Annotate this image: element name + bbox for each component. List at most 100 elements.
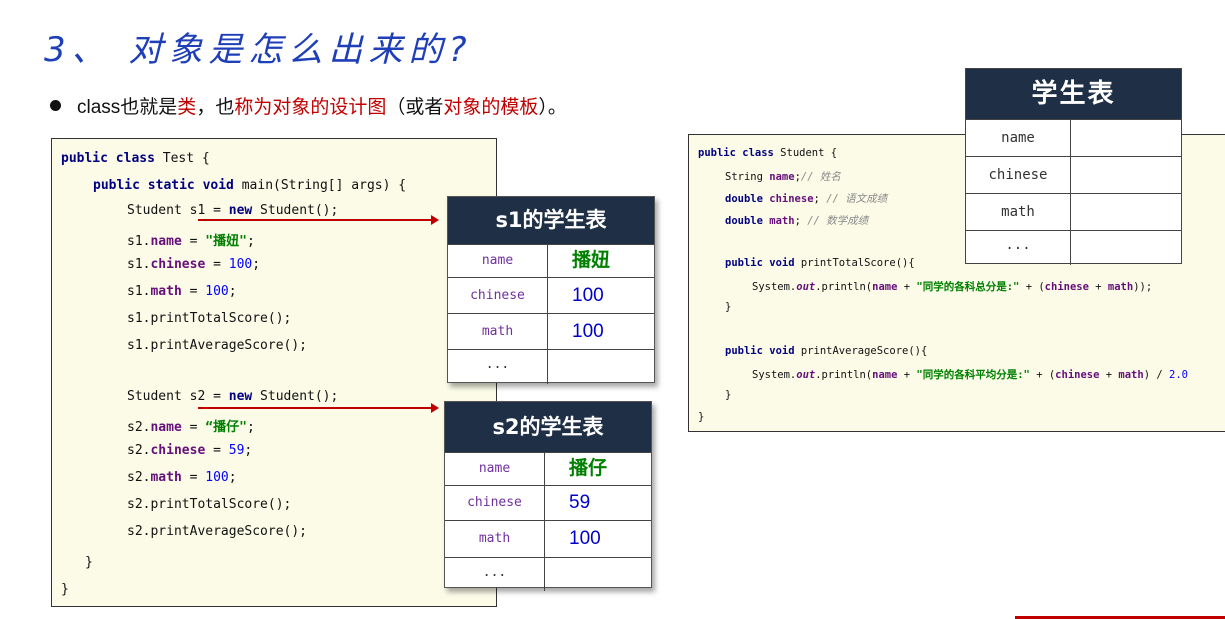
field: name — [150, 420, 182, 435]
code-text: = — [181, 470, 206, 485]
table-key: ... — [445, 558, 545, 591]
table-row: chinese — [966, 156, 1181, 193]
code-line: } — [725, 389, 732, 401]
code-text: ) / — [1143, 369, 1169, 381]
table-key: math — [445, 521, 545, 557]
table-key: chinese — [445, 486, 545, 520]
code-text: = — [181, 234, 206, 249]
table-value: 59 — [569, 492, 591, 513]
code-line: s2.chinese = 59; — [127, 443, 252, 458]
number-literal: 100 — [228, 257, 253, 272]
keyword: double — [725, 215, 763, 227]
static-field: out — [796, 281, 816, 293]
number-literal: 100 — [205, 284, 229, 299]
bullet-part: ）。 — [538, 97, 567, 118]
code-line: } — [725, 301, 732, 313]
code-text: printAverageScore(){ — [794, 345, 928, 357]
code-text: Test { — [154, 151, 210, 166]
code-text: s1. — [127, 257, 151, 272]
arrow-s2 — [198, 403, 439, 413]
code-text: = — [205, 257, 229, 272]
code-text: printTotalScore(){ — [794, 257, 915, 269]
field: chinese — [150, 443, 206, 458]
code-line: } — [61, 582, 69, 597]
bullet-text: class也就是类，也称为对象的设计图（或者对象的模板）。 — [50, 92, 567, 119]
string-literal: "播妞" — [205, 234, 247, 249]
comment: // 语文成绩 — [826, 193, 888, 205]
code-text: Student(); — [252, 389, 339, 404]
bullet-highlight: 称为对象的设计图 — [234, 97, 387, 118]
keyword: double — [725, 193, 763, 205]
code-line: s2.printAverageScore(); — [127, 524, 308, 539]
code-text: = — [181, 420, 206, 435]
code-line: s2.name = “播仔"; — [127, 416, 255, 435]
s1-table-header: s1的学生表 — [448, 197, 654, 244]
static-field: out — [796, 369, 816, 381]
number-literal: 100 — [205, 470, 229, 485]
table-row: math — [966, 193, 1181, 230]
comment: // 姓名 — [800, 171, 841, 183]
table-key: ... — [966, 231, 1071, 265]
code-text: Student(); — [252, 203, 339, 218]
code-line: s1.printAverageScore(); — [127, 338, 308, 353]
code-line: Student s2 = new Student(); — [127, 389, 338, 404]
code-line: double chinese; // 语文成绩 — [725, 191, 887, 206]
field: chinese — [1055, 369, 1100, 381]
bullet-part: ，也 — [196, 97, 235, 118]
table-value — [548, 350, 572, 384]
keyword: public static void — [93, 178, 234, 193]
field: math — [1107, 281, 1134, 293]
bullet-dot-icon — [50, 100, 61, 112]
table-key: name — [966, 120, 1071, 156]
s2-student-table: s2的学生表 name 播仔 chinese 59 math 100 ... — [444, 401, 652, 591]
code-text: Student { — [773, 147, 838, 159]
field: name — [872, 369, 898, 381]
field: name — [150, 234, 182, 249]
code-text: Student s2 = — [127, 389, 229, 404]
keyword: public void — [725, 257, 795, 269]
code-text: ; — [813, 193, 827, 205]
code-text: ; — [246, 234, 255, 249]
code-text: s2. — [127, 443, 151, 458]
table-key: name — [448, 245, 548, 277]
code-line: } — [698, 411, 705, 423]
table-value — [545, 558, 569, 591]
table-row: ... — [966, 230, 1181, 265]
table-key: name — [445, 453, 545, 485]
code-text: .println( — [815, 281, 873, 293]
slide-title: 3、 对象是怎么出来的? — [44, 30, 473, 70]
table-row: math 100 — [448, 313, 654, 349]
code-text: s2. — [127, 470, 151, 485]
table-row: chinese 59 — [445, 485, 651, 520]
number-literal: 2.0 — [1169, 369, 1188, 381]
code-text: Student s1 = — [127, 203, 229, 218]
code-text: )); — [1133, 281, 1153, 293]
table-row: name — [966, 119, 1181, 156]
test-code-block: public class Test { public static void m… — [51, 138, 497, 607]
keyword: new — [228, 203, 253, 218]
code-text: s1. — [127, 234, 151, 249]
table-row: chinese 100 — [448, 277, 654, 313]
code-text: main(String[] args) { — [233, 178, 407, 193]
code-text: ; — [228, 284, 237, 299]
code-line: public class Student { — [698, 147, 837, 159]
code-text: + ( — [1019, 281, 1045, 293]
keyword: public void — [725, 345, 795, 357]
table-key: ... — [448, 350, 548, 384]
table-value: 100 — [569, 528, 601, 549]
student-table-header: 学生表 — [966, 69, 1181, 119]
field: chinese — [769, 193, 814, 205]
code-text: System. — [752, 369, 797, 381]
code-line: public static void main(String[] args) { — [93, 178, 406, 193]
field: math — [150, 284, 182, 299]
code-text: ; — [252, 257, 261, 272]
code-text: = — [181, 284, 206, 299]
code-text: String — [725, 171, 770, 183]
student-table: 学生表 name chinese math ... — [965, 68, 1182, 265]
code-text: = — [205, 443, 229, 458]
number-literal: 59 — [228, 443, 245, 458]
field: math — [769, 215, 795, 227]
code-line: public void printTotalScore(){ — [725, 257, 915, 269]
code-text: + — [1099, 369, 1119, 381]
code-line: s1.name = "播妞"; — [127, 230, 255, 249]
